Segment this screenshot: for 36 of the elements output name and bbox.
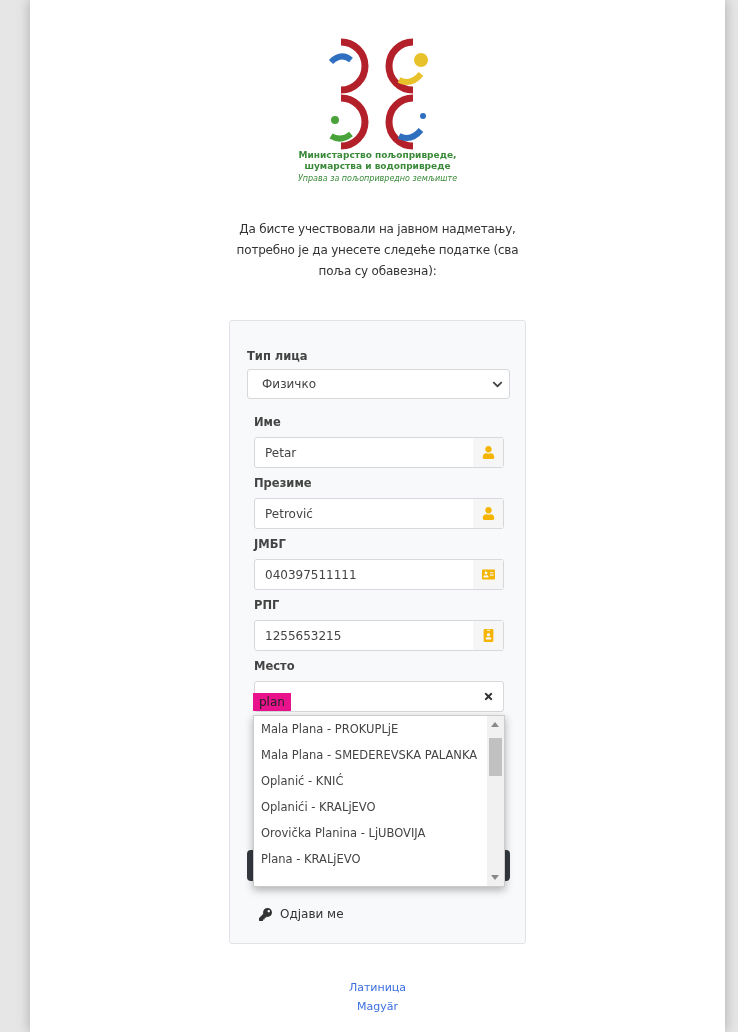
user-icon xyxy=(481,446,495,459)
input-field[interactable]: 1255653215 xyxy=(254,620,504,651)
user-icon xyxy=(481,507,495,520)
language-link[interactable]: Magyär xyxy=(357,997,398,1016)
field-label: Место xyxy=(254,659,296,673)
field-label: Презиме xyxy=(254,476,313,490)
intro-text: Да бисте учествовали на јавном надметању, потребно је да унесете следеће податке (сва поља су обавезна): xyxy=(235,221,520,280)
highlighted-value: plan xyxy=(253,692,291,711)
logout-link[interactable]: Одјави ме xyxy=(259,907,525,921)
input-field[interactable]: Petar xyxy=(254,437,504,468)
scroll-thumb[interactable] xyxy=(489,738,502,776)
suggestion-item[interactable]: Mala Plana - SMEDEREVSKA PALANKA xyxy=(254,742,487,768)
field-label: Име xyxy=(254,415,282,429)
field-label: РПГ xyxy=(254,598,281,612)
person-type-select[interactable]: Физичко xyxy=(247,369,510,399)
ministry-name: шумарства и водопривреде xyxy=(304,161,451,172)
place-search-field[interactable]: plan xyxy=(254,681,504,712)
field-label: Тип лица xyxy=(247,349,309,363)
suggestion-item[interactable]: Mala Plana - PROKUPLjE xyxy=(254,716,487,742)
scroll-up-icon xyxy=(491,722,499,727)
scroll-down-icon xyxy=(491,875,499,880)
suggestion-item[interactable]: Orovička Planina - LjUBOVIJA xyxy=(254,820,487,846)
agency-name: Управа за пољопривредно земљиште xyxy=(297,174,458,183)
suggestion-item[interactable]: Oplanić - KNIĆ xyxy=(254,768,487,794)
suggestion-item[interactable]: Plana - KRALjEVO xyxy=(254,846,487,872)
field-label: ЈМБГ xyxy=(254,537,287,551)
language-link[interactable]: Латиница xyxy=(348,978,407,997)
key-icon xyxy=(259,907,272,921)
suggestion-item[interactable]: Oplanići - KRALjEVO xyxy=(254,794,487,820)
ministry-name: Министарство пољопривреде, xyxy=(298,150,457,161)
scrollbar[interactable] xyxy=(487,716,504,886)
input-field[interactable]: Petrović xyxy=(254,498,504,529)
input-field[interactable]: 040397511111 xyxy=(254,559,504,590)
close-icon[interactable] xyxy=(482,691,494,702)
badge-icon xyxy=(481,629,495,642)
card-icon xyxy=(481,568,495,581)
